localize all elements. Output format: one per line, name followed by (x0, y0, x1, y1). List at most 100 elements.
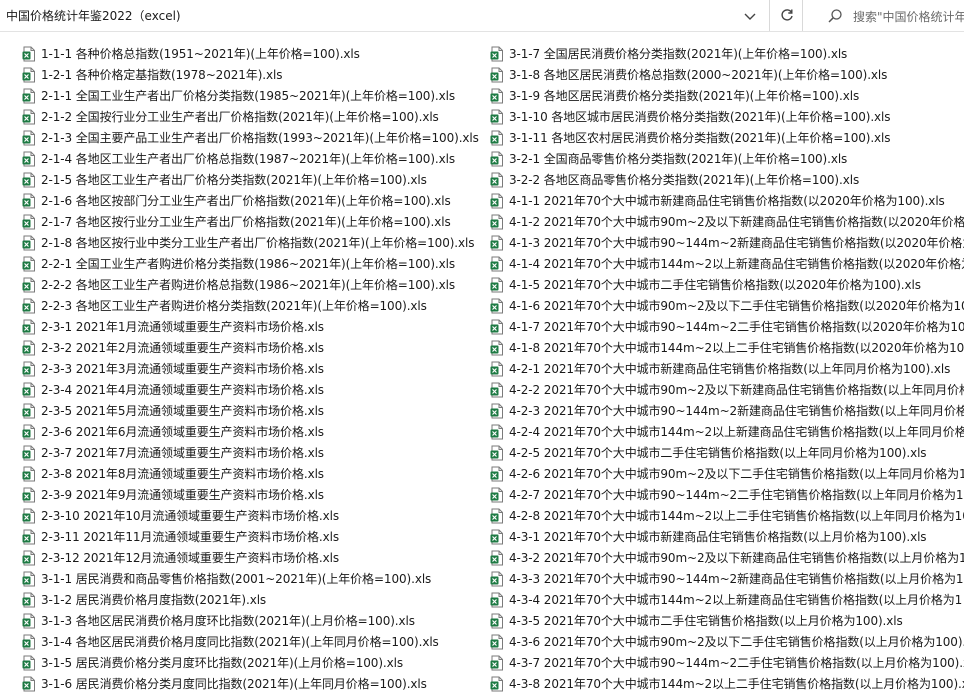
file-item[interactable]: 3-1-11 各地区农村居民消费价格分类指数(2021年)(上年价格=100).… (490, 127, 964, 148)
file-item[interactable]: 4-3-5 2021年70个大中城市二手住宅销售价格指数(以上月价格为100).… (490, 610, 964, 631)
file-name: 4-3-2 2021年70个大中城市90m~2及以下新建商品住宅销售价格指数(以… (509, 551, 964, 565)
file-name: 4-3-3 2021年70个大中城市90~144m~2新建商品住宅销售价格指数(… (509, 572, 964, 586)
file-item[interactable]: 2-3-10 2021年10月流通领域重要生产资料市场价格.xls (22, 505, 482, 526)
file-item[interactable]: 4-2-8 2021年70个大中城市144m~2以上二手住宅销售价格指数(以上年… (490, 505, 964, 526)
file-name: 4-1-7 2021年70个大中城市90~144m~2二手住宅销售价格指数(以2… (509, 320, 964, 334)
file-item[interactable]: 2-3-4 2021年4月流通领域重要生产资料市场价格.xls (22, 379, 482, 400)
file-name: 4-1-5 2021年70个大中城市二手住宅销售价格指数(以2020年价格为10… (509, 278, 921, 292)
file-item[interactable]: 4-1-1 2021年70个大中城市新建商品住宅销售价格指数(以2020年价格为… (490, 190, 964, 211)
file-item[interactable]: 3-1-3 各地区居民消费价格月度环比指数(2021年)(上月价格=100).x… (22, 610, 482, 631)
file-item[interactable]: 4-3-1 2021年70个大中城市新建商品住宅销售价格指数(以上月价格为100… (490, 526, 964, 547)
excel-file-icon (22, 592, 35, 607)
excel-file-icon (490, 235, 503, 250)
excel-file-icon (490, 151, 503, 166)
file-name: 4-2-8 2021年70个大中城市144m~2以上二手住宅销售价格指数(以上年… (509, 509, 964, 523)
file-item[interactable]: 3-2-1 全国商品零售价格分类指数(2021年)(上年价格=100).xls (490, 148, 964, 169)
excel-file-icon (22, 46, 35, 61)
address-bar[interactable]: 中国价格统计年鉴2022（excel) (0, 0, 770, 31)
file-list-view: 1-1-1 各种价格总指数(1951~2021年)(上年价格=100).xls 1… (0, 33, 964, 700)
file-item[interactable]: 2-3-7 2021年7月流通领域重要生产资料市场价格.xls (22, 442, 482, 463)
file-item[interactable]: 2-2-2 各地区工业生产者购进价格总指数(1986~2021年)(上年价格=1… (22, 274, 482, 295)
file-item[interactable]: 4-1-8 2021年70个大中城市144m~2以上二手住宅销售价格指数(以20… (490, 337, 964, 358)
search-box[interactable]: 搜索"中国价格统计年鉴 (815, 0, 964, 31)
file-column-left: 1-1-1 各种价格总指数(1951~2021年)(上年价格=100).xls 1… (22, 43, 482, 694)
file-item[interactable]: 2-1-4 各地区工业生产者出厂价格总指数(1987~2021年)(上年价格=1… (22, 148, 482, 169)
file-item[interactable]: 2-1-6 各地区按部门分工业生产者出厂价格指数(2021年)(上年价格=100… (22, 190, 482, 211)
file-item[interactable]: 4-2-1 2021年70个大中城市新建商品住宅销售价格指数(以上年同月价格为1… (490, 358, 964, 379)
excel-file-icon (490, 424, 503, 439)
file-item[interactable]: 2-3-5 2021年5月流通领域重要生产资料市场价格.xls (22, 400, 482, 421)
file-item[interactable]: 4-1-5 2021年70个大中城市二手住宅销售价格指数(以2020年价格为10… (490, 274, 964, 295)
excel-file-icon (22, 508, 35, 523)
file-item[interactable]: 4-3-7 2021年70个大中城市90~144m~2二手住宅销售价格指数(以上… (490, 652, 964, 673)
file-name: 2-3-11 2021年11月流通领域重要生产资料市场价格.xls (41, 530, 340, 544)
excel-file-icon (22, 193, 35, 208)
file-item[interactable]: 4-1-2 2021年70个大中城市90m~2及以下新建商品住宅销售价格指数(以… (490, 211, 964, 232)
file-item[interactable]: 2-1-8 各地区按行业中类分工业生产者出厂价格指数(2021年)(上年价格=1… (22, 232, 482, 253)
file-item[interactable]: 4-2-6 2021年70个大中城市90m~2及以下二手住宅销售价格指数(以上年… (490, 463, 964, 484)
file-item[interactable]: 2-3-11 2021年11月流通领域重要生产资料市场价格.xls (22, 526, 482, 547)
file-item[interactable]: 3-1-4 各地区居民消费价格月度同比指数(2021年)(上年同月价格=100)… (22, 631, 482, 652)
file-item[interactable]: 2-3-12 2021年12月流通领域重要生产资料市场价格.xls (22, 547, 482, 568)
file-item[interactable]: 3-2-2 各地区商品零售价格分类指数(2021年)(上年价格=100).xls (490, 169, 964, 190)
file-item[interactable]: 2-3-9 2021年9月流通领域重要生产资料市场价格.xls (22, 484, 482, 505)
file-item[interactable]: 2-1-5 各地区工业生产者出厂价格分类指数(2021年)(上年价格=100).… (22, 169, 482, 190)
excel-file-icon (490, 298, 503, 313)
file-item[interactable]: 2-3-8 2021年8月流通领域重要生产资料市场价格.xls (22, 463, 482, 484)
file-item[interactable]: 4-2-5 2021年70个大中城市二手住宅销售价格指数(以上年同月价格为100… (490, 442, 964, 463)
file-item[interactable]: 4-2-7 2021年70个大中城市90~144m~2二手住宅销售价格指数(以上… (490, 484, 964, 505)
file-item[interactable]: 2-3-6 2021年6月流通领域重要生产资料市场价格.xls (22, 421, 482, 442)
excel-file-icon (490, 67, 503, 82)
file-name: 2-3-7 2021年7月流通领域重要生产资料市场价格.xls (41, 446, 324, 460)
search-input[interactable]: 搜索"中国价格统计年鉴 (853, 8, 964, 25)
file-name: 3-1-2 居民消费价格月度指数(2021年).xls (41, 593, 267, 607)
file-item[interactable]: 4-1-4 2021年70个大中城市144m~2以上新建商品住宅销售价格指数(以… (490, 253, 964, 274)
file-item[interactable]: 2-3-1 2021年1月流通领域重要生产资料市场价格.xls (22, 316, 482, 337)
excel-file-icon (22, 529, 35, 544)
file-item[interactable]: 2-3-2 2021年2月流通领域重要生产资料市场价格.xls (22, 337, 482, 358)
file-item[interactable]: 4-1-7 2021年70个大中城市90~144m~2二手住宅销售价格指数(以2… (490, 316, 964, 337)
file-name: 4-3-4 2021年70个大中城市144m~2以上新建商品住宅销售价格指数(以… (509, 593, 963, 607)
file-item[interactable]: 4-3-2 2021年70个大中城市90m~2及以下新建商品住宅销售价格指数(以… (490, 547, 964, 568)
file-item[interactable]: 2-2-3 各地区工业生产者购进价格分类指数(2021年)(上年价格=100).… (22, 295, 482, 316)
excel-file-icon (490, 319, 503, 334)
chevron-down-icon[interactable] (742, 8, 758, 24)
file-item[interactable]: 4-1-3 2021年70个大中城市90~144m~2新建商品住宅销售价格指数(… (490, 232, 964, 253)
file-name: 3-1-3 各地区居民消费价格月度环比指数(2021年)(上月价格=100).x… (41, 614, 415, 628)
excel-file-icon (490, 277, 503, 292)
file-item[interactable]: 2-1-3 全国主要产品工业生产者出厂价格指数(1993~2021年)(上年价格… (22, 127, 482, 148)
file-item[interactable]: 4-3-8 2021年70个大中城市144m~2以上二手住宅销售价格指数(以上月… (490, 673, 964, 694)
file-item[interactable]: 3-1-5 居民消费价格分类月度环比指数(2021年)(上月价格=100).xl… (22, 652, 482, 673)
file-item[interactable]: 4-2-3 2021年70个大中城市90~144m~2新建商品住宅销售价格指数(… (490, 400, 964, 421)
file-item[interactable]: 1-2-1 各种价格定基指数(1978~2021年).xls (22, 64, 482, 85)
file-item[interactable]: 2-2-1 全国工业生产者购进价格分类指数(1986~2021年)(上年价格=1… (22, 253, 482, 274)
file-item[interactable]: 4-3-6 2021年70个大中城市90m~2及以下二手住宅销售价格指数(以上月… (490, 631, 964, 652)
file-item[interactable]: 4-3-3 2021年70个大中城市90~144m~2新建商品住宅销售价格指数(… (490, 568, 964, 589)
file-item[interactable]: 3-1-2 居民消费价格月度指数(2021年).xls (22, 589, 482, 610)
file-item[interactable]: 3-1-10 各地区城市居民消费价格分类指数(2021年)(上年价格=100).… (490, 106, 964, 127)
file-name: 2-1-2 全国按行业分工业生产者出厂价格指数(2021年)(上年价格=100)… (41, 110, 439, 124)
file-item[interactable]: 2-1-7 各地区按行业分工业生产者出厂价格指数(2021年)(上年价格=100… (22, 211, 482, 232)
address-path[interactable]: 中国价格统计年鉴2022（excel) (6, 7, 181, 24)
file-item[interactable]: 4-2-2 2021年70个大中城市90m~2及以下新建商品住宅销售价格指数(以… (490, 379, 964, 400)
file-item[interactable]: 3-1-6 居民消费价格分类月度同比指数(2021年)(上年同月价格=100).… (22, 673, 482, 694)
file-name: 1-2-1 各种价格定基指数(1978~2021年).xls (41, 68, 283, 82)
file-item[interactable]: 3-1-1 居民消费和商品零售价格指数(2001~2021年)(上年价格=100… (22, 568, 482, 589)
file-item[interactable]: 4-2-4 2021年70个大中城市144m~2以上新建商品住宅销售价格指数(以… (490, 421, 964, 442)
file-item[interactable]: 1-1-1 各种价格总指数(1951~2021年)(上年价格=100).xls (22, 43, 482, 64)
file-name: 2-1-4 各地区工业生产者出厂价格总指数(1987~2021年)(上年价格=1… (41, 152, 456, 166)
file-item[interactable]: 2-3-3 2021年3月流通领域重要生产资料市场价格.xls (22, 358, 482, 379)
file-item[interactable]: 4-3-4 2021年70个大中城市144m~2以上新建商品住宅销售价格指数(以… (490, 589, 964, 610)
file-name: 2-1-5 各地区工业生产者出厂价格分类指数(2021年)(上年价格=100).… (41, 173, 427, 187)
file-item[interactable]: 2-1-1 全国工业生产者出厂价格分类指数(1985~2021年)(上年价格=1… (22, 85, 482, 106)
file-item[interactable]: 3-1-8 各地区居民消费价格总指数(2000~2021年)(上年价格=100)… (490, 64, 964, 85)
file-item[interactable]: 3-1-9 各地区居民消费价格分类指数(2021年)(上年价格=100).xls (490, 85, 964, 106)
refresh-button[interactable] (771, 0, 803, 31)
file-item[interactable]: 2-1-2 全国按行业分工业生产者出厂价格指数(2021年)(上年价格=100)… (22, 106, 482, 127)
file-name: 2-1-6 各地区按部门分工业生产者出厂价格指数(2021年)(上年价格=100… (41, 194, 451, 208)
excel-file-icon (490, 340, 503, 355)
excel-file-icon (490, 256, 503, 271)
file-name: 3-1-9 各地区居民消费价格分类指数(2021年)(上年价格=100).xls (509, 89, 860, 103)
file-item[interactable]: 4-1-6 2021年70个大中城市90m~2及以下二手住宅销售价格指数(以20… (490, 295, 964, 316)
file-item[interactable]: 3-1-7 全国居民消费价格分类指数(2021年)(上年价格=100).xls (490, 43, 964, 64)
